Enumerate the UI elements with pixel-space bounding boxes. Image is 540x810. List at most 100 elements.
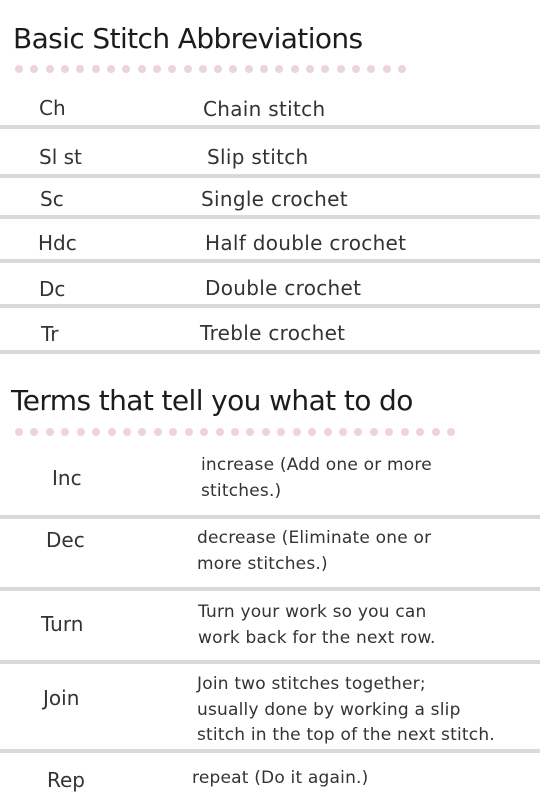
separator-dot: [431, 428, 440, 436]
separator-dot: [45, 65, 54, 73]
definition-line: usually done by working a slip: [197, 699, 461, 720]
row-definition: Chain stitch: [203, 97, 326, 121]
definition-line: stitches.): [201, 480, 282, 501]
separator-dot: [336, 65, 345, 73]
row-term: Join: [43, 686, 80, 710]
row-term: Ch: [39, 96, 66, 120]
row-divider: [0, 215, 540, 219]
separator-dot: [60, 65, 69, 73]
row-term: Dc: [39, 277, 66, 301]
separator-dot: [400, 428, 409, 436]
row-definition: repeat (Do it again.): [192, 766, 369, 792]
separator-dot: [261, 428, 270, 436]
separator-dot: [122, 65, 131, 73]
separator-dot: [308, 428, 317, 436]
dotted-separator: [0, 65, 540, 75]
separator-dot: [354, 428, 363, 436]
row-divider: [0, 660, 540, 664]
row-term: Hdc: [38, 231, 77, 255]
definition-line: stitch in the top of the next stitch.: [197, 725, 495, 745]
separator-dot: [292, 428, 301, 436]
separator-dot: [15, 428, 23, 436]
row-divider: [0, 125, 540, 129]
row-term: Tr: [41, 322, 59, 346]
separator-dot: [214, 65, 223, 73]
separator-dot: [45, 428, 54, 436]
separator-dot: [352, 65, 361, 73]
separator-dot: [447, 428, 456, 436]
separator-dot: [215, 428, 224, 436]
row-divider: [0, 587, 540, 591]
row-definition: decrease (Eliminate one or more stitches…: [197, 526, 431, 577]
definition-line: decrease (Eliminate one or: [197, 528, 432, 548]
separator-dot: [30, 65, 39, 73]
definition-line: Turn your work so you can: [198, 602, 427, 622]
row-divider: [0, 350, 540, 354]
definition-line: more stitches.): [197, 553, 328, 574]
row-term: Sc: [40, 187, 64, 211]
separator-dot: [137, 65, 146, 73]
separator-dot: [184, 428, 193, 436]
separator-dot: [76, 65, 85, 73]
definition-line: repeat (Do it again.): [192, 768, 369, 788]
separator-dot: [244, 65, 253, 73]
row-definition: Single crochet: [201, 187, 348, 211]
separator-dot: [385, 428, 394, 436]
row-definition: Turn your work so you can work back for …: [198, 600, 436, 651]
separator-dot: [15, 65, 23, 73]
row-term: Dec: [46, 528, 85, 552]
row-definition: Slip stitch: [207, 145, 309, 169]
separator-dot: [200, 428, 209, 436]
separator-dot: [260, 65, 269, 73]
separator-dot: [382, 65, 391, 73]
separator-dot: [106, 65, 115, 73]
separator-dot: [198, 65, 207, 73]
separator-dot: [169, 428, 178, 436]
separator-dot: [229, 65, 238, 73]
separator-dot: [92, 428, 101, 436]
separator-dot: [91, 65, 100, 73]
section-title-terms: Terms that tell you what to do: [11, 384, 413, 417]
separator-dot: [246, 428, 255, 436]
row-definition: Treble crochet: [200, 321, 346, 345]
separator-dot: [61, 428, 70, 436]
row-definition: Double crochet: [205, 276, 362, 300]
separator-dot: [339, 428, 348, 436]
separator-dot: [290, 65, 299, 73]
row-definition: Join two stitches together; usually done…: [197, 672, 495, 749]
dotted-separator: [0, 428, 540, 438]
row-term: Sl st: [39, 145, 82, 169]
separator-dot: [30, 428, 39, 436]
row-definition: Half double crochet: [205, 231, 407, 255]
section-title-basic-stitches: Basic Stitch Abbreviations: [13, 22, 363, 55]
separator-dot: [398, 65, 406, 73]
separator-dot: [275, 65, 284, 73]
definition-line: increase (Add one or more: [201, 455, 432, 475]
row-term: Turn: [41, 612, 84, 636]
separator-dot: [231, 428, 240, 436]
separator-dot: [183, 65, 192, 73]
separator-dot: [107, 428, 116, 436]
separator-dot: [416, 428, 425, 436]
separator-dot: [152, 65, 161, 73]
separator-dot: [367, 65, 376, 73]
separator-dot: [323, 428, 332, 436]
separator-dot: [123, 428, 131, 436]
separator-dot: [277, 428, 286, 436]
row-definition: increase (Add one or more stitches.): [201, 453, 432, 504]
row-divider: [0, 515, 540, 519]
definition-line: Join two stitches together;: [197, 674, 426, 694]
separator-dot: [76, 428, 85, 436]
row-divider: [0, 749, 540, 753]
row-divider: [0, 174, 540, 178]
separator-dot: [321, 65, 330, 73]
row-divider: [0, 259, 540, 263]
separator-dot: [138, 428, 147, 436]
separator-dot: [153, 428, 162, 436]
row-divider: [0, 304, 540, 308]
definition-line: work back for the next row.: [198, 627, 436, 648]
separator-dot: [168, 65, 177, 73]
separator-dot: [369, 428, 378, 436]
row-term: Inc: [52, 466, 82, 490]
row-term: Rep: [47, 768, 85, 792]
